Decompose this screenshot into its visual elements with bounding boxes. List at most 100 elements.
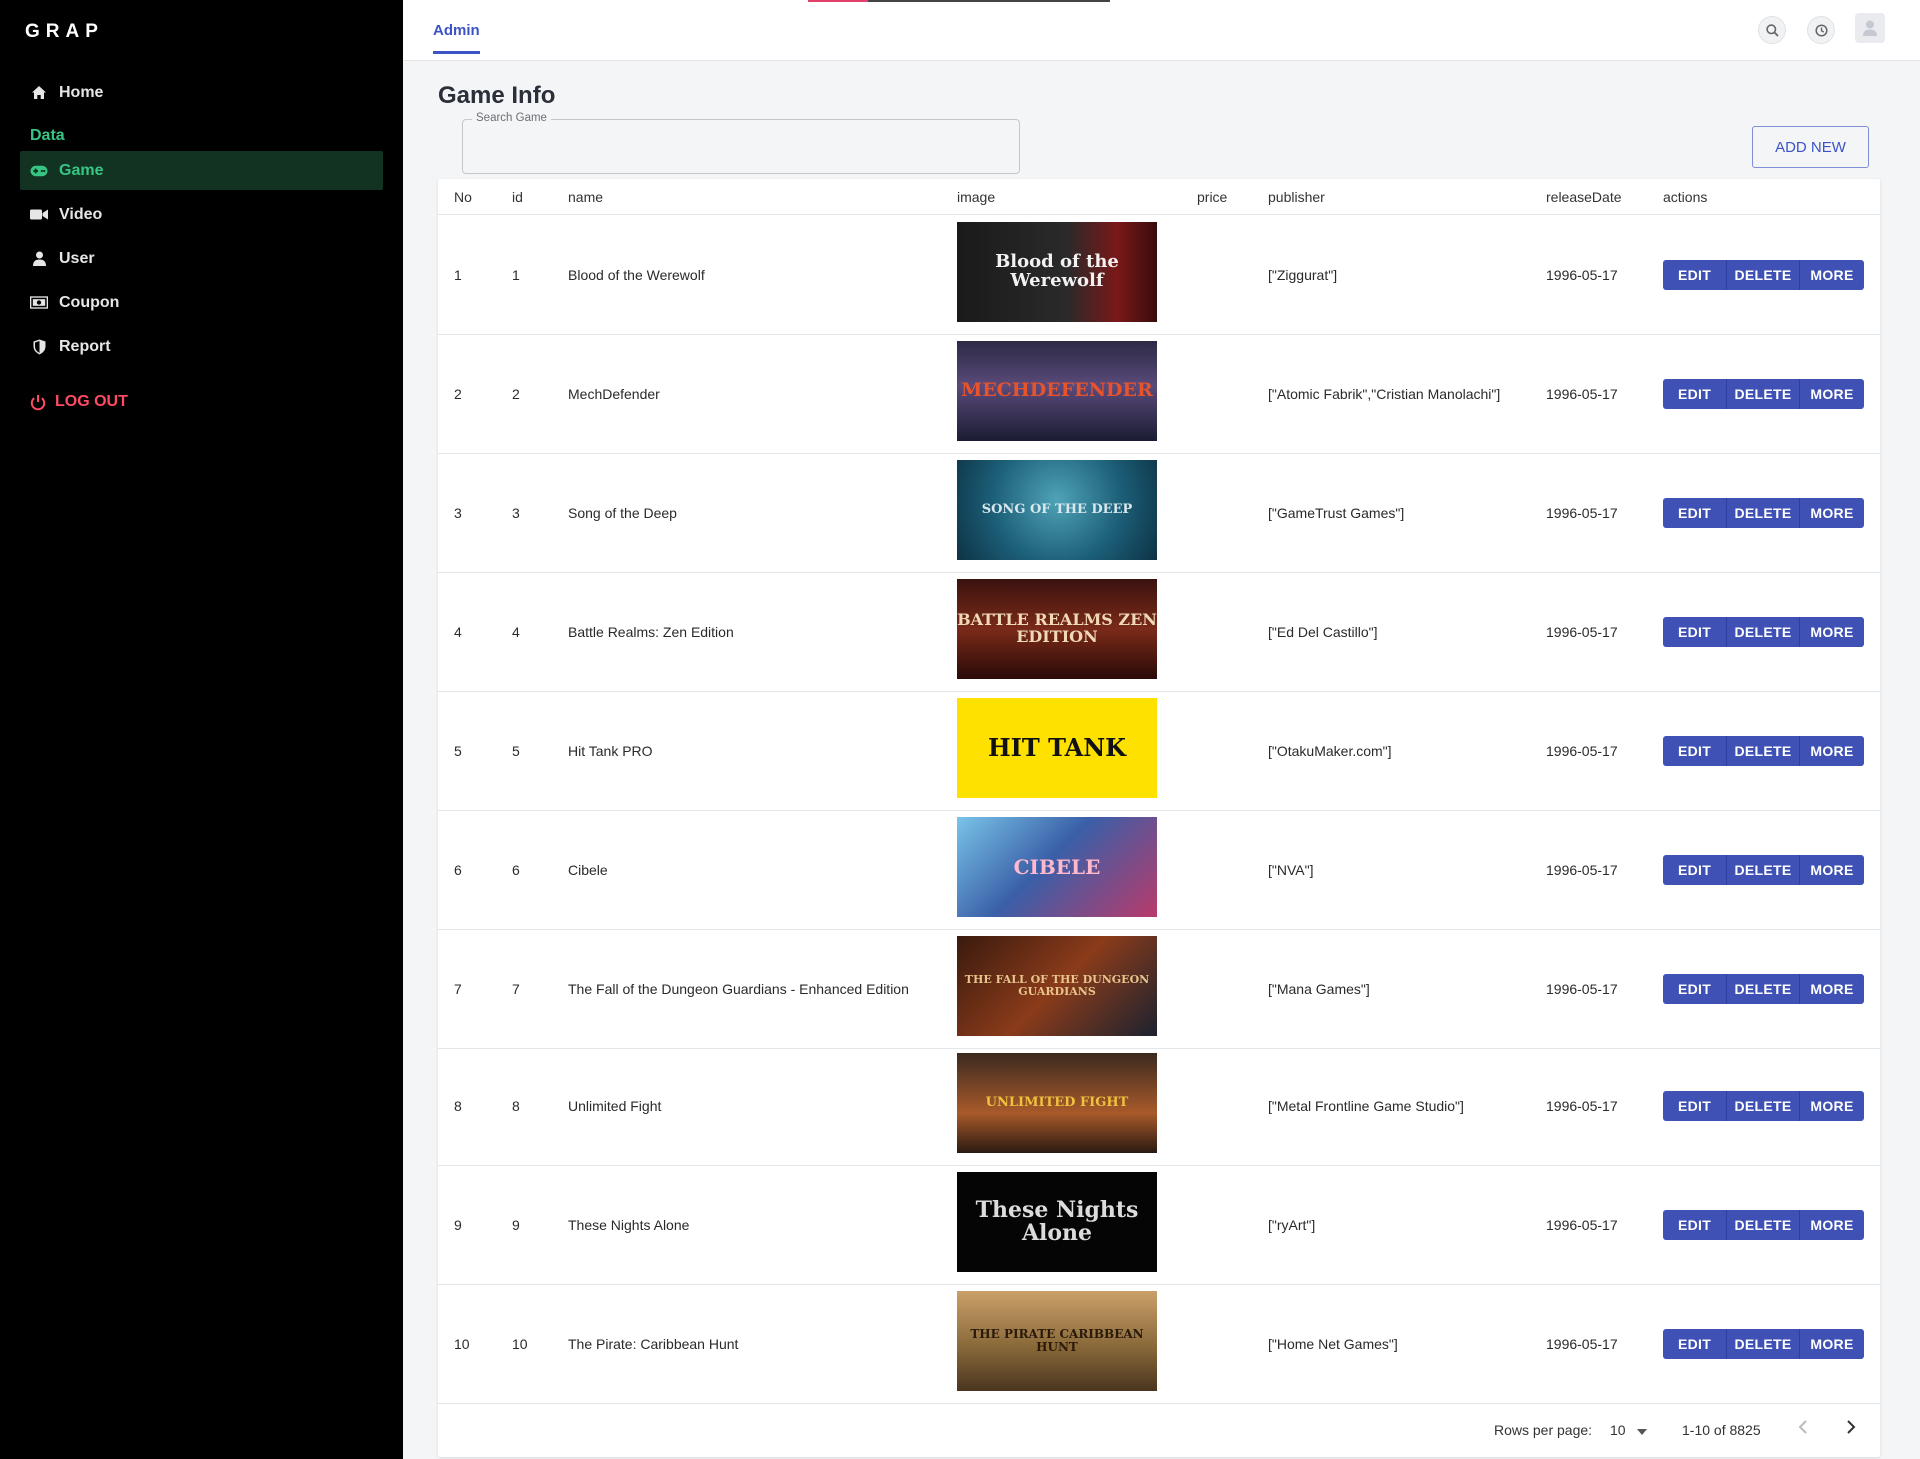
cell-no: 8 [454, 1098, 462, 1114]
table-row: 1 1 Blood of the Werewolf Blood of the Were… [438, 216, 1880, 335]
delete-button[interactable]: DELETE [1727, 498, 1800, 528]
table-row: 7 7 The Fall of the Dungeon Guardians - En… [438, 930, 1880, 1049]
more-button[interactable]: MORE [1800, 617, 1864, 647]
logout-label: LOG OUT [55, 393, 128, 410]
row-actions: EDIT DELETE MORE [1663, 498, 1864, 528]
edit-button[interactable]: EDIT [1663, 260, 1727, 290]
history-button[interactable] [1807, 16, 1835, 44]
sidebar-item-user[interactable]: User [20, 239, 383, 278]
section-label-data: Data [30, 127, 65, 144]
home-icon [30, 84, 48, 102]
cell-release-date: 1996-05-17 [1546, 1217, 1618, 1233]
cell-no: 2 [454, 386, 462, 402]
delete-button[interactable]: DELETE [1727, 379, 1800, 409]
add-new-button[interactable]: ADD NEW [1752, 126, 1869, 168]
thumbnail-title: MECHDEFENDER [961, 379, 1153, 402]
edit-button[interactable]: EDIT [1663, 974, 1727, 1004]
delete-button[interactable]: DELETE [1727, 1329, 1800, 1359]
table-row: 4 4 Battle Realms: Zen Edition BATTLE REALM… [438, 573, 1880, 692]
video-camera-icon [30, 206, 48, 224]
edit-button[interactable]: EDIT [1663, 1210, 1727, 1240]
edit-button[interactable]: EDIT [1663, 498, 1727, 528]
row-actions: EDIT DELETE MORE [1663, 1329, 1864, 1359]
edit-button[interactable]: EDIT [1663, 379, 1727, 409]
logout-button[interactable]: LOG OUT [30, 393, 128, 411]
delete-button[interactable]: DELETE [1727, 736, 1800, 766]
more-button[interactable]: MORE [1800, 498, 1864, 528]
cell-name: MechDefender [568, 386, 660, 402]
cell-publisher: ["Ziggurat"] [1268, 267, 1338, 283]
delete-button[interactable]: DELETE [1727, 260, 1800, 290]
cell-publisher: ["Ed Del Castillo"] [1268, 624, 1378, 640]
user-avatar-icon [1863, 20, 1877, 36]
table-row: 5 5 Hit Tank PRO HIT TANK ["OtakuMaker.com"]… [438, 692, 1880, 811]
game-thumbnail: These Nights Alone [957, 1172, 1157, 1272]
more-button[interactable]: MORE [1800, 855, 1864, 885]
column-header-actions: actions [1663, 189, 1708, 205]
more-button[interactable]: MORE [1800, 974, 1864, 1004]
avatar[interactable] [1855, 13, 1885, 43]
more-button[interactable]: MORE [1800, 736, 1864, 766]
cell-id: 10 [512, 1336, 528, 1352]
edit-button[interactable]: EDIT [1663, 1329, 1727, 1359]
edit-button[interactable]: EDIT [1663, 1091, 1727, 1121]
sidebar-item-label: Coupon [59, 293, 120, 311]
cell-publisher: ["Atomic Fabrik","Cristian Manolachi"] [1268, 386, 1501, 402]
cell-publisher: ["ryArt"] [1268, 1217, 1316, 1233]
cell-id: 2 [512, 386, 520, 402]
edit-button[interactable]: EDIT [1663, 617, 1727, 647]
more-button[interactable]: MORE [1800, 260, 1864, 290]
shield-icon [30, 338, 48, 356]
more-button[interactable]: MORE [1800, 1091, 1864, 1121]
more-button[interactable]: MORE [1800, 1210, 1864, 1240]
row-actions: EDIT DELETE MORE [1663, 1210, 1864, 1240]
rows-per-page-value: 10 [1610, 1422, 1626, 1438]
tab-admin[interactable]: Admin [433, 22, 480, 54]
cell-name: Unlimited Fight [568, 1098, 662, 1114]
edit-button[interactable]: EDIT [1663, 736, 1727, 766]
cell-release-date: 1996-05-17 [1546, 1336, 1618, 1352]
edit-button[interactable]: EDIT [1663, 855, 1727, 885]
more-button[interactable]: MORE [1800, 1329, 1864, 1359]
prev-page-button[interactable] [1798, 1419, 1808, 1438]
more-button[interactable]: MORE [1800, 379, 1864, 409]
cell-name: Cibele [568, 862, 608, 878]
game-thumbnail: Blood of the Werewolf [957, 222, 1157, 322]
thumbnail-title: THE FALL OF THE DUNGEON GUARDIANS [964, 973, 1150, 998]
delete-button[interactable]: DELETE [1727, 974, 1800, 1004]
thumbnail-title: THE PIRATE CARIBBEAN HUNT [970, 1327, 1144, 1354]
clock-icon [1814, 23, 1828, 37]
cell-publisher: ["Metal Frontline Game Studio"] [1268, 1098, 1464, 1114]
row-actions: EDIT DELETE MORE [1663, 855, 1864, 885]
search-input[interactable] [475, 134, 1005, 160]
game-thumbnail: BATTLE REALMS ZEN EDITION [957, 579, 1157, 679]
sidebar-item-label: Home [59, 83, 104, 101]
cell-no: 7 [454, 981, 462, 997]
sidebar-item-label: Game [59, 161, 104, 179]
cell-no: 5 [454, 743, 462, 759]
sidebar-item-video[interactable]: Video [20, 195, 383, 234]
cell-id: 4 [512, 624, 520, 640]
sidebar-item-report[interactable]: Report [20, 327, 383, 366]
sidebar-item-label: User [59, 249, 95, 267]
rows-per-page-select[interactable]: 10 [1610, 1422, 1648, 1438]
user-icon [30, 250, 48, 268]
cell-release-date: 1996-05-17 [1546, 1098, 1618, 1114]
delete-button[interactable]: DELETE [1727, 855, 1800, 885]
sidebar-item-coupon[interactable]: Coupon [20, 283, 383, 322]
delete-button[interactable]: DELETE [1727, 617, 1800, 647]
column-header-publisher: publisher [1268, 189, 1325, 205]
sidebar-item-home[interactable]: Home [20, 73, 383, 112]
delete-button[interactable]: DELETE [1727, 1091, 1800, 1121]
chevron-left-icon [1798, 1420, 1807, 1434]
column-header-name: name [568, 189, 604, 205]
thumbnail-title: UNLIMITED FIGHT [985, 1095, 1129, 1111]
sidebar-item-game[interactable]: Game [20, 151, 383, 190]
next-page-button[interactable] [1846, 1419, 1856, 1438]
table-row: 8 8 Unlimited Fight UNLIMITED FIGHT ["Metal … [438, 1047, 1880, 1166]
delete-button[interactable]: DELETE [1727, 1210, 1800, 1240]
top-progress-highlight [808, 0, 868, 2]
search-game-field[interactable]: Search Game [462, 112, 1020, 174]
search-button[interactable] [1758, 16, 1786, 44]
game-thumbnail: SONG OF THE DEEP [957, 460, 1157, 560]
